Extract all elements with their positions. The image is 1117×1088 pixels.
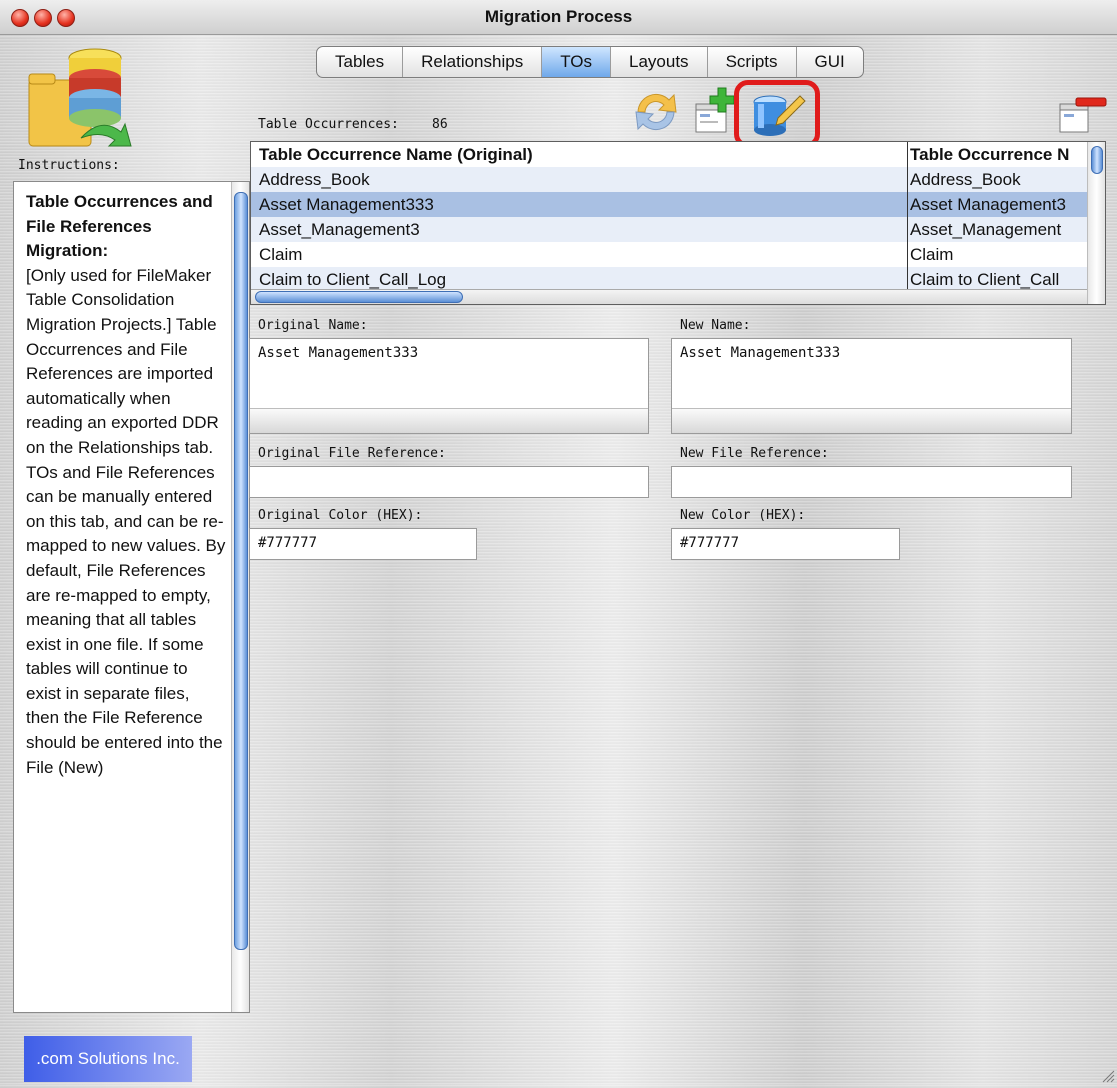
brand-label: .com Solutions Inc. [36,1049,180,1068]
new-name-value: Asset Management333 [680,345,841,361]
table-row[interactable]: Asset_Management3 Asset_Management [251,217,1105,242]
row-new-name: Address_Book [907,167,1090,192]
original-name-value: Asset Management333 [258,345,419,361]
original-color-value: #777777 [258,535,318,551]
table-occurrence-list[interactable]: Table Occurrence Name (Original) Table O… [250,141,1106,305]
list-horizontal-scroll-thumb[interactable] [255,291,463,303]
row-original-name: Address_Book [259,170,370,189]
new-color-value: #777777 [680,535,740,551]
delete-layout-icon[interactable] [1058,94,1108,134]
table-occurrences-count: 86 [432,117,448,132]
table-occurrences-count-label: Table Occurrences: [258,117,399,132]
edit-database-icon[interactable] [748,88,808,140]
tab-tables[interactable]: Tables [317,47,404,77]
window-titlebar: Migration Process [0,0,1117,35]
close-window-button[interactable] [11,9,29,27]
header-original-name[interactable]: Table Occurrence Name (Original) [259,142,533,167]
row-new-name: Asset_Management [907,217,1090,242]
row-original-name: Asset Management333 [259,195,434,214]
instructions-body: [Only used for FileMaker Table Consolida… [26,265,226,777]
resize-grip-icon[interactable] [1099,1067,1115,1083]
new-color-label: New Color (HEX): [680,508,806,523]
new-name-field[interactable]: Asset Management333 [671,338,1072,434]
brand-banner: .com Solutions Inc. [24,1036,192,1082]
original-file-reference-label: Original File Reference: [258,446,446,461]
new-name-label: New Name: [680,318,751,333]
refresh-icon[interactable] [628,86,684,138]
new-file-reference-field[interactable] [671,466,1072,498]
list-header: Table Occurrence Name (Original) Table O… [251,142,1105,167]
tab-relationships[interactable]: Relationships [403,47,543,77]
list-horizontal-scrollbar[interactable] [251,289,1088,304]
tab-tos[interactable]: TOs [542,47,612,77]
instructions-panel[interactable]: Table Occurrences and File References Mi… [13,181,250,1013]
original-color-label: Original Color (HEX): [258,508,423,523]
new-color-field[interactable]: #777777 [671,528,900,560]
instructions-scroll-thumb[interactable] [234,192,248,950]
row-original-name: Claim [259,245,303,264]
original-color-field[interactable]: #777777 [249,528,477,560]
row-new-name: Asset Management3 [907,192,1090,217]
table-row[interactable]: Address_Book Address_Book [251,167,1105,192]
row-new-name: Claim [907,242,1090,267]
zoom-window-button[interactable] [57,9,75,27]
instructions-scrollbar[interactable] [231,182,249,1012]
window-title: Migration Process [484,7,633,26]
instructions-title: Table Occurrences and File References Mi… [26,192,213,261]
minimize-window-button[interactable] [34,9,52,27]
instructions-label: Instructions: [18,158,120,173]
list-vertical-scrollbar[interactable] [1087,142,1105,304]
database-folder-icon [25,42,135,152]
main-tab-bar: Tables Relationships TOs Layouts Scripts… [316,46,864,78]
header-new-name[interactable]: Table Occurrence N [907,142,1090,167]
original-file-reference-field[interactable] [249,466,649,498]
new-file-reference-label: New File Reference: [680,446,829,461]
table-row-selected[interactable]: Asset Management333 Asset Management3 [251,192,1105,217]
row-original-name: Asset_Management3 [259,220,420,239]
original-name-field-footer [250,408,648,433]
original-name-field[interactable]: Asset Management333 [249,338,649,434]
new-name-field-footer [672,408,1071,433]
table-row[interactable]: Claim Claim [251,242,1105,267]
tab-layouts[interactable]: Layouts [611,47,708,77]
original-name-label: Original Name: [258,318,368,333]
list-vertical-scroll-thumb[interactable] [1091,146,1103,174]
tab-gui[interactable]: GUI [797,47,863,77]
tab-scripts[interactable]: Scripts [708,47,797,77]
